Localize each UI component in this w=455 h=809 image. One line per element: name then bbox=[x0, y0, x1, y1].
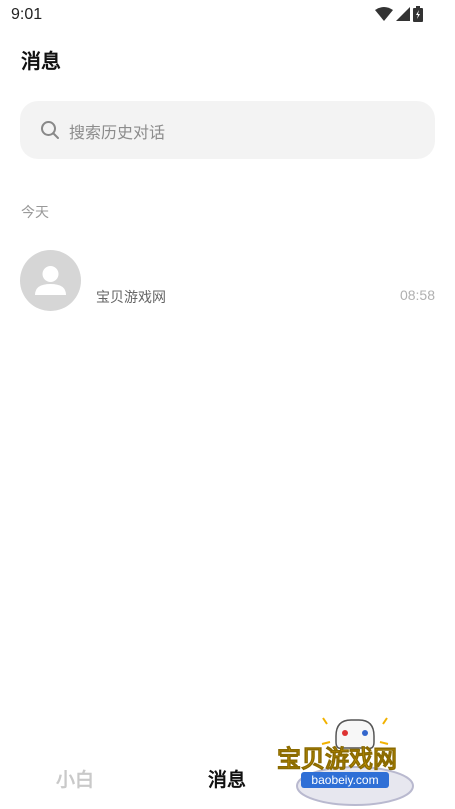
watermark-url: baobeiy.com bbox=[311, 773, 378, 787]
battery-icon bbox=[413, 6, 423, 22]
status-icons bbox=[375, 6, 423, 22]
wifi-icon bbox=[375, 7, 393, 21]
conversation-name: 宝贝游戏网 bbox=[96, 290, 166, 306]
tab-xiaobai[interactable]: 小白 bbox=[56, 765, 94, 792]
search-icon bbox=[41, 121, 59, 139]
status-time: 9:01 bbox=[11, 6, 43, 23]
page-title: 消息 bbox=[21, 49, 61, 73]
watermark-logo: 宝贝游戏网 baobeiy.com bbox=[273, 712, 455, 809]
watermark-title: 宝贝游戏网 bbox=[277, 745, 397, 773]
section-label-today: 今天 bbox=[21, 205, 49, 221]
avatar bbox=[20, 250, 81, 311]
conversation-time: 08:58 bbox=[399, 287, 435, 303]
signal-icon bbox=[396, 7, 410, 21]
search-placeholder: 搜索历史对话 bbox=[69, 123, 166, 142]
default-user-avatar-icon bbox=[35, 266, 66, 295]
status-bar: 9:01 bbox=[0, 0, 455, 30]
conversation-item[interactable]: 宝贝游戏网 08:58 bbox=[0, 240, 455, 320]
tab-messages[interactable]: 消息 bbox=[208, 765, 246, 792]
search-input[interactable]: 搜索历史对话 bbox=[20, 101, 435, 159]
